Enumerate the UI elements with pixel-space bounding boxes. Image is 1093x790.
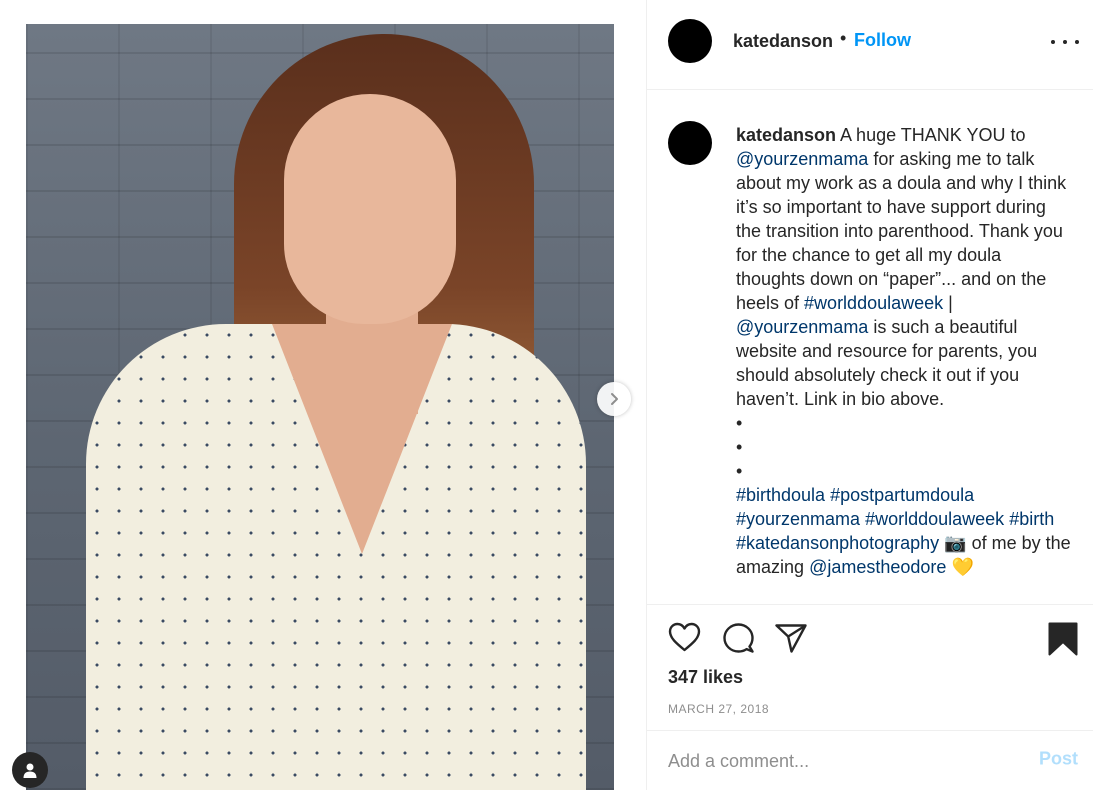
post-comment-button[interactable]: Post [1039,749,1078,770]
post-photo[interactable] [26,24,614,790]
likes-count[interactable]: 347 likes [668,667,743,688]
share-button[interactable] [774,622,808,659]
like-button[interactable] [668,622,701,657]
hashtag-block: #birthdoula #postpartumdoula #yourzenmam… [736,483,1072,579]
comment-icon [723,623,754,653]
avatar[interactable] [668,19,712,63]
post-sidebar: katedanson • Follow katedanson A huge TH… [646,0,1093,790]
photo-subject-neckline [272,324,452,554]
heart-emoji: 💛 [951,557,974,577]
caption-part: | [943,293,953,313]
caption-part: for asking me to talk about my work as a… [736,149,1067,313]
comments-section: katedanson A huge THANK YOU to @yourzenm… [647,91,1093,603]
comment-button[interactable] [722,622,755,659]
more-options-icon[interactable] [1051,34,1079,50]
header-separator: • [840,28,847,48]
heart-icon [668,622,701,652]
hashtag-link[interactable]: #katedansonphotography [736,533,939,553]
hashtag-link[interactable]: #yourzenmama [736,509,860,529]
post-header: katedanson • Follow [647,0,1093,90]
bullet: • [736,461,743,481]
caption-part: A huge THANK YOU to [836,125,1026,145]
hashtag-link[interactable]: #worlddoulaweek [804,293,943,313]
chevron-right-icon [611,393,618,405]
caption-username[interactable]: katedanson [736,125,836,145]
hashtag-link[interactable]: #birthdoula [736,485,825,505]
post-date[interactable]: MARCH 27, 2018 [668,702,769,716]
share-icon [775,624,807,653]
user-tag-button[interactable] [12,752,48,788]
hashtag-link[interactable]: #worlddoulaweek [865,509,1004,529]
bullet: • [736,413,743,433]
comment-input[interactable] [668,747,1008,775]
mention-link[interactable]: @yourzenmama [736,317,868,337]
camera-emoji: 📷 [944,533,967,553]
bookmark-icon [1048,622,1078,656]
header-username[interactable]: katedanson [733,31,833,52]
next-photo-button[interactable] [597,382,631,416]
photo-subject-face [284,94,456,324]
post-actions: 347 likes MARCH 27, 2018 [647,604,1093,730]
hashtag-link[interactable]: #birth [1009,509,1054,529]
hashtag-link[interactable]: #postpartumdoula [830,485,974,505]
add-comment-bar: Post [647,730,1093,790]
follow-button[interactable]: Follow [854,30,911,51]
save-button[interactable] [1048,622,1078,661]
user-tag-icon [23,763,37,778]
mention-link[interactable]: @jamestheodore [809,557,946,577]
caption-text: katedanson A huge THANK YOU to @yourzenm… [736,123,1072,579]
mention-link[interactable]: @yourzenmama [736,149,868,169]
photo-pane [0,0,646,790]
bullet: • [736,437,743,457]
caption-avatar[interactable] [668,121,712,165]
